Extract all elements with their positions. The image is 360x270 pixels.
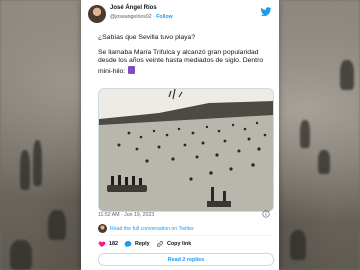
tweet-text: ¿Sabías que Sevilla tuvo playa? Se llama… xyxy=(98,34,270,82)
author-name[interactable]: José Ángel Ríos xyxy=(110,5,157,11)
reply-button[interactable]: Reply xyxy=(124,240,150,248)
mini-avatar xyxy=(98,224,107,233)
tweet-paragraph-2-text: Se llamaba María Trifulca y alcanzó gran… xyxy=(98,48,264,75)
like-button[interactable]: 182 xyxy=(98,240,118,248)
divider xyxy=(98,235,272,236)
twitter-bird-icon[interactable] xyxy=(260,6,272,18)
tweet-photo[interactable] xyxy=(98,88,274,212)
tweet-timestamp[interactable]: 11:52 AM · Jun 19, 2023 xyxy=(98,212,154,218)
copy-link-button[interactable]: Copy link xyxy=(156,240,191,248)
copy-link-label: Copy link xyxy=(167,241,192,247)
beach-photo-illustration xyxy=(99,89,273,211)
author-handle[interactable]: @joseangelrios92 xyxy=(110,14,152,20)
tweet-actions: 182 Reply Copy link xyxy=(98,240,272,250)
follow-button[interactable]: Follow xyxy=(156,14,172,20)
tweet-header: José Ángel Ríos @joseangelrios92 · Follo… xyxy=(88,4,272,26)
conversation-link-row: Read the full conversation on Twitter xyxy=(98,224,272,234)
reply-label: Reply xyxy=(135,241,150,247)
author-handle-line: @joseangelrios92 · Follow xyxy=(110,14,173,20)
author-avatar[interactable] xyxy=(88,5,106,23)
reply-bubble-icon xyxy=(124,241,132,248)
read-full-conversation-link[interactable]: Read the full conversation on Twitter xyxy=(110,226,194,232)
tweet-paragraph-2: Se llamaba María Trifulca y alcanzó gran… xyxy=(98,49,270,77)
tweet-paragraph-1: ¿Sabías que Sevilla tuvo playa? xyxy=(98,34,196,41)
like-count: 182 xyxy=(109,241,118,247)
read-replies-button[interactable]: Read 2 replies xyxy=(98,253,274,266)
info-icon[interactable] xyxy=(262,210,270,218)
thread-emoji-icon xyxy=(128,65,136,74)
tweet-card: José Ángel Ríos @joseangelrios92 · Follo… xyxy=(81,0,279,270)
link-icon xyxy=(156,240,164,248)
heart-icon xyxy=(98,241,106,247)
